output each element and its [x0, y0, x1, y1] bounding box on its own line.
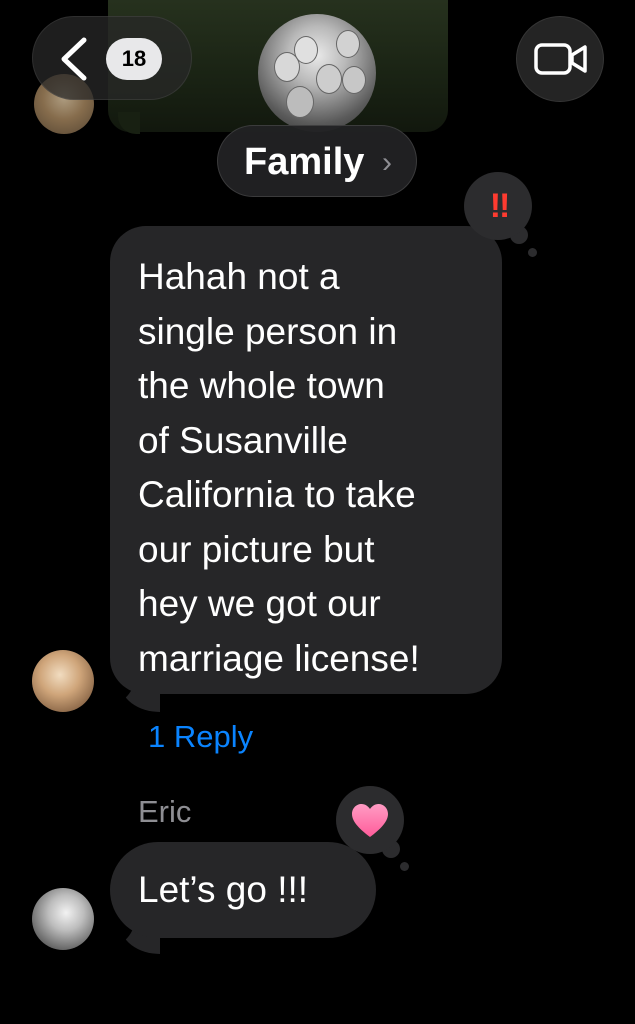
chevron-right-icon: › — [382, 146, 392, 179]
video-camera-icon — [534, 43, 587, 75]
double-exclamation-icon[interactable]: ‼ — [464, 172, 532, 240]
group-photo-avatar[interactable] — [258, 14, 376, 132]
tapback-dot — [528, 248, 537, 257]
tapback-dot — [400, 862, 409, 871]
message-text: Let’s go !!! — [138, 869, 309, 910]
sender-avatar[interactable] — [32, 650, 94, 712]
chevron-left-icon[interactable] — [54, 36, 96, 82]
message-text: Hahah not a single person in the whole t… — [138, 256, 420, 679]
thread-reply-link[interactable]: 1 Reply — [148, 718, 253, 756]
conversation-title: Family — [244, 141, 365, 183]
sender-avatar[interactable] — [32, 888, 94, 950]
unread-count-badge: 18 — [106, 38, 162, 80]
conversation-title-button[interactable]: Family › — [217, 125, 417, 197]
previous-photo-tail — [118, 112, 140, 134]
heart-icon — [352, 804, 388, 837]
sender-name: Eric — [138, 794, 192, 829]
